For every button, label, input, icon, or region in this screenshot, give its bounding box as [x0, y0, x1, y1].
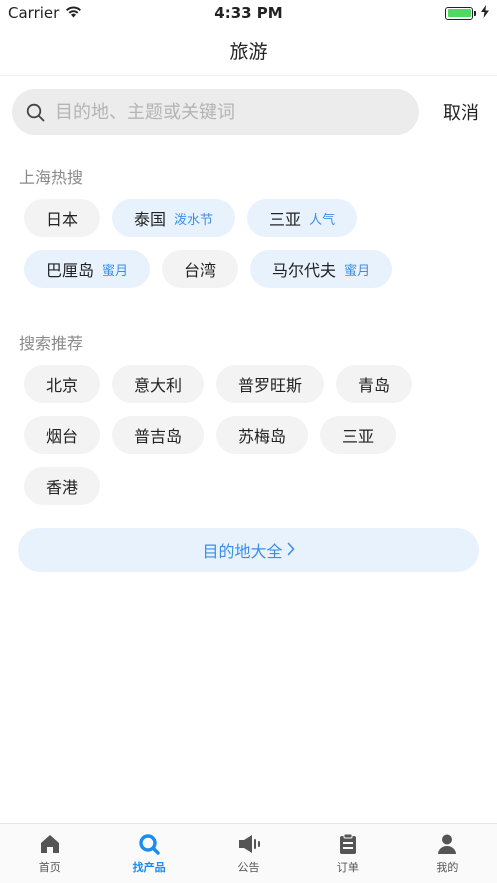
hot-search-chip[interactable]: 日本: [24, 199, 101, 237]
tab-label: 首页: [38, 860, 61, 874]
search-row: 取消: [12, 89, 485, 135]
search-icon: [138, 833, 160, 855]
recommend-title: 搜索推荐: [19, 334, 84, 353]
search-input[interactable]: [55, 101, 405, 123]
tab-announcements[interactable]: 公告: [199, 824, 298, 883]
cancel-button[interactable]: 取消: [437, 99, 485, 125]
recommend-chip[interactable]: 三亚: [320, 416, 397, 454]
all-destinations-button[interactable]: 目的地大全: [18, 528, 479, 572]
search-icon: [26, 103, 45, 122]
hot-search-list: 日本 泰国 泼水节 三亚 人气 巴厘岛 蜜月 台湾 马尔代夫 蜜月: [24, 199, 473, 288]
chip-label: 巴厘岛: [46, 261, 95, 280]
tab-label: 订单: [336, 860, 359, 874]
tab-orders[interactable]: 订单: [298, 824, 397, 883]
search-box[interactable]: [12, 89, 419, 135]
chip-tag: 蜜月: [102, 263, 129, 279]
carrier-label: Carrier: [8, 4, 60, 22]
all-destinations-label: 目的地大全: [202, 542, 283, 561]
hot-search-chip[interactable]: 台湾: [162, 250, 239, 288]
charging-icon: [481, 4, 489, 22]
recommend-chip[interactable]: 香港: [24, 467, 101, 505]
status-bar: Carrier 4:33 PM: [0, 0, 497, 26]
home-icon: [39, 833, 61, 855]
hot-search-chip[interactable]: 马尔代夫 蜜月: [250, 250, 393, 288]
recommend-chip[interactable]: 普吉岛: [112, 416, 205, 454]
tab-home[interactable]: 首页: [0, 824, 99, 883]
megaphone-icon: [237, 833, 261, 855]
chip-label: 日本: [46, 210, 79, 229]
tab-find-products[interactable]: 找产品: [99, 824, 198, 883]
tab-label: 公告: [237, 860, 260, 874]
hot-search-chip[interactable]: 巴厘岛 蜜月: [24, 250, 151, 288]
recommend-chip[interactable]: 烟台: [24, 416, 101, 454]
hot-search-title: 上海热搜: [19, 168, 84, 187]
chip-tag: 人气: [309, 212, 336, 228]
tab-label: 找产品: [132, 860, 166, 874]
page-title: 旅游: [229, 41, 268, 63]
hot-search-chip[interactable]: 三亚 人气: [247, 199, 358, 237]
person-icon: [436, 833, 458, 855]
chip-label: 马尔代夫: [272, 261, 337, 280]
tab-mine[interactable]: 我的: [398, 824, 497, 883]
recommend-chip[interactable]: 青岛: [336, 365, 413, 403]
recommend-chip[interactable]: 苏梅岛: [216, 416, 309, 454]
wifi-icon: [65, 4, 82, 22]
chip-label: 三亚: [269, 210, 302, 229]
hot-search-chip[interactable]: 泰国 泼水节: [112, 199, 236, 237]
recommend-chip[interactable]: 意大利: [112, 365, 205, 403]
status-right: [445, 4, 489, 22]
tab-bar: 首页 找产品 公告 订单 我的: [0, 823, 497, 883]
chip-tag: 泼水节: [174, 212, 214, 228]
recommend-chip[interactable]: 北京: [24, 365, 101, 403]
recommend-list: 北京 意大利 普罗旺斯 青岛烟台 普吉岛 苏梅岛 三亚香港: [24, 365, 473, 505]
recommend-chip[interactable]: 普罗旺斯: [216, 365, 325, 403]
chevron-right-icon: [287, 541, 295, 560]
tab-label: 我的: [436, 860, 459, 874]
chip-tag: 蜜月: [344, 263, 371, 279]
battery-icon: [445, 6, 476, 20]
chip-label: 泰国: [134, 210, 167, 229]
status-left: Carrier: [8, 4, 82, 22]
chip-label: 台湾: [184, 261, 217, 280]
clipboard-icon: [338, 833, 358, 855]
nav-bar: 旅游: [0, 26, 497, 76]
